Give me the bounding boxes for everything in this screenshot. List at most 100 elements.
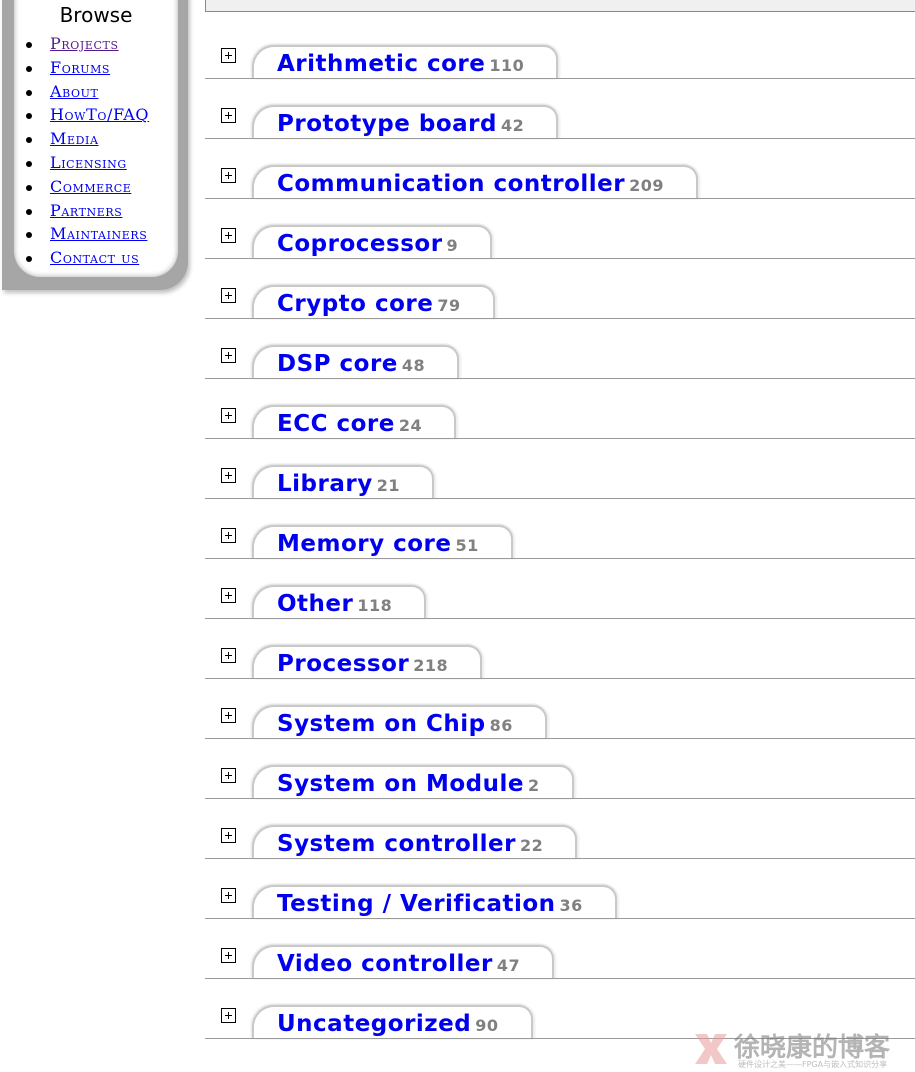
category-link[interactable]: Other: [277, 591, 353, 617]
top-bar: [205, 0, 915, 12]
category-tab: Video controller 47: [252, 945, 555, 979]
sidebar-link-maintainers[interactable]: Maintainers: [50, 224, 147, 243]
category-row: Prototype board 42: [205, 99, 915, 139]
category-link[interactable]: System controller: [277, 831, 516, 857]
expand-plus-icon[interactable]: [221, 648, 236, 663]
disc-bullet-icon: [26, 42, 32, 48]
sidebar-panel: Browse Projects Forums About HowTo/FAQ M…: [14, 0, 178, 277]
divider: [205, 738, 915, 739]
category-row: DSP core 48: [205, 339, 915, 379]
category-tab: Prototype board 42: [252, 105, 559, 139]
category-link[interactable]: Library: [277, 471, 373, 497]
expand-plus-icon[interactable]: [221, 888, 236, 903]
category-link[interactable]: Prototype board: [277, 111, 497, 137]
category-tab: System controller 22: [252, 825, 578, 859]
sidebar-item-media: Media: [24, 129, 149, 153]
category-count: 218: [413, 656, 449, 675]
divider: [205, 798, 915, 799]
category-link[interactable]: Testing / Verification: [277, 891, 556, 917]
sidebar-link-howto-faq[interactable]: HowTo/FAQ: [50, 105, 149, 124]
category-tab: Other 118: [252, 585, 427, 619]
category-link[interactable]: ECC core: [277, 411, 395, 437]
category-count: 22: [519, 836, 544, 855]
category-count: 21: [376, 476, 400, 495]
category-link[interactable]: Crypto core: [277, 291, 433, 317]
expand-plus-icon[interactable]: [221, 708, 236, 723]
category-count: 209: [629, 176, 665, 195]
sidebar-link-contact-us[interactable]: Contact us: [50, 248, 139, 267]
category-tab: ECC core 24: [252, 405, 457, 439]
expand-plus-icon[interactable]: [221, 468, 236, 483]
sidebar-link-partners[interactable]: Partners: [50, 201, 122, 220]
divider: [205, 678, 915, 679]
page: Browse Projects Forums About HowTo/FAQ M…: [0, 0, 915, 1072]
expand-plus-icon[interactable]: [221, 1008, 236, 1023]
category-count: 90: [475, 1016, 499, 1035]
category-link[interactable]: Memory core: [277, 531, 451, 557]
category-row: System on Chip 86: [205, 699, 915, 739]
sidebar-link-media[interactable]: Media: [50, 129, 99, 148]
category-tab: DSP core 48: [252, 345, 460, 379]
category-count: 2: [528, 776, 540, 795]
category-count: 48: [401, 356, 426, 375]
category-link[interactable]: Processor: [277, 651, 409, 677]
category-tab: Coprocessor 9: [252, 225, 493, 259]
expand-plus-icon[interactable]: [221, 348, 236, 363]
disc-bullet-icon: [26, 89, 32, 96]
sidebar-link-projects[interactable]: Projects: [50, 34, 119, 53]
divider: [205, 78, 915, 79]
expand-plus-icon[interactable]: [221, 948, 236, 963]
expand-plus-icon[interactable]: [221, 408, 236, 423]
category-link[interactable]: Video controller: [277, 951, 493, 977]
category-link[interactable]: Uncategorized: [277, 1011, 471, 1037]
expand-plus-icon[interactable]: [221, 48, 236, 63]
category-count: 51: [455, 536, 479, 555]
divider: [205, 498, 915, 499]
divider: [205, 318, 915, 319]
divider: [205, 978, 915, 979]
category-row: Arithmetic core 110: [205, 39, 915, 79]
category-link[interactable]: DSP core: [277, 351, 398, 377]
category-link[interactable]: System on Module: [277, 771, 524, 797]
category-link[interactable]: Coprocessor: [277, 231, 443, 257]
expand-plus-icon[interactable]: [221, 528, 236, 543]
sidebar-item-about: About: [24, 82, 149, 106]
expand-plus-icon[interactable]: [221, 828, 236, 843]
divider: [205, 918, 915, 919]
category-count: 36: [559, 896, 583, 915]
sidebar-title: Browse: [59, 3, 133, 27]
category-row: Memory core 51: [205, 519, 915, 559]
sidebar-nav: Projects Forums About HowTo/FAQ Media Li…: [24, 34, 149, 272]
expand-plus-icon[interactable]: [221, 228, 236, 243]
sidebar-link-commerce[interactable]: Commerce: [50, 177, 131, 196]
category-tab: Testing / Verification 36: [252, 885, 617, 919]
category-count: 79: [437, 296, 461, 315]
divider: [205, 138, 915, 139]
expand-plus-icon[interactable]: [221, 588, 236, 603]
category-row: Communication controller 209: [205, 159, 915, 199]
expand-plus-icon[interactable]: [221, 288, 236, 303]
category-row: Other 118: [205, 579, 915, 619]
sidebar-item-forums: Forums: [24, 58, 149, 82]
category-count: 42: [500, 116, 525, 135]
sidebar-link-licensing[interactable]: Licensing: [50, 153, 127, 172]
sidebar-item-contact-us: Contact us: [24, 248, 149, 272]
category-tab: Uncategorized 90: [252, 1005, 533, 1039]
expand-plus-icon[interactable]: [221, 108, 236, 123]
sidebar-link-about[interactable]: About: [50, 82, 98, 101]
category-row: Testing / Verification 36: [205, 879, 915, 919]
watermark-x-logo-icon: [695, 1034, 727, 1064]
category-link[interactable]: System on Chip: [277, 711, 486, 737]
category-row: System controller 22: [205, 819, 915, 859]
sidebar-link-forums[interactable]: Forums: [50, 58, 110, 77]
expand-plus-icon[interactable]: [221, 768, 236, 783]
category-count: 110: [489, 56, 525, 75]
disc-bullet-icon: [26, 208, 32, 215]
divider: [205, 198, 915, 199]
category-link[interactable]: Arithmetic core: [277, 51, 485, 77]
category-link[interactable]: Communication controller: [277, 171, 625, 197]
divider: [205, 258, 915, 259]
category-tab: Library 21: [252, 465, 434, 499]
expand-plus-icon[interactable]: [221, 168, 236, 183]
disc-bullet-icon: [26, 184, 32, 191]
